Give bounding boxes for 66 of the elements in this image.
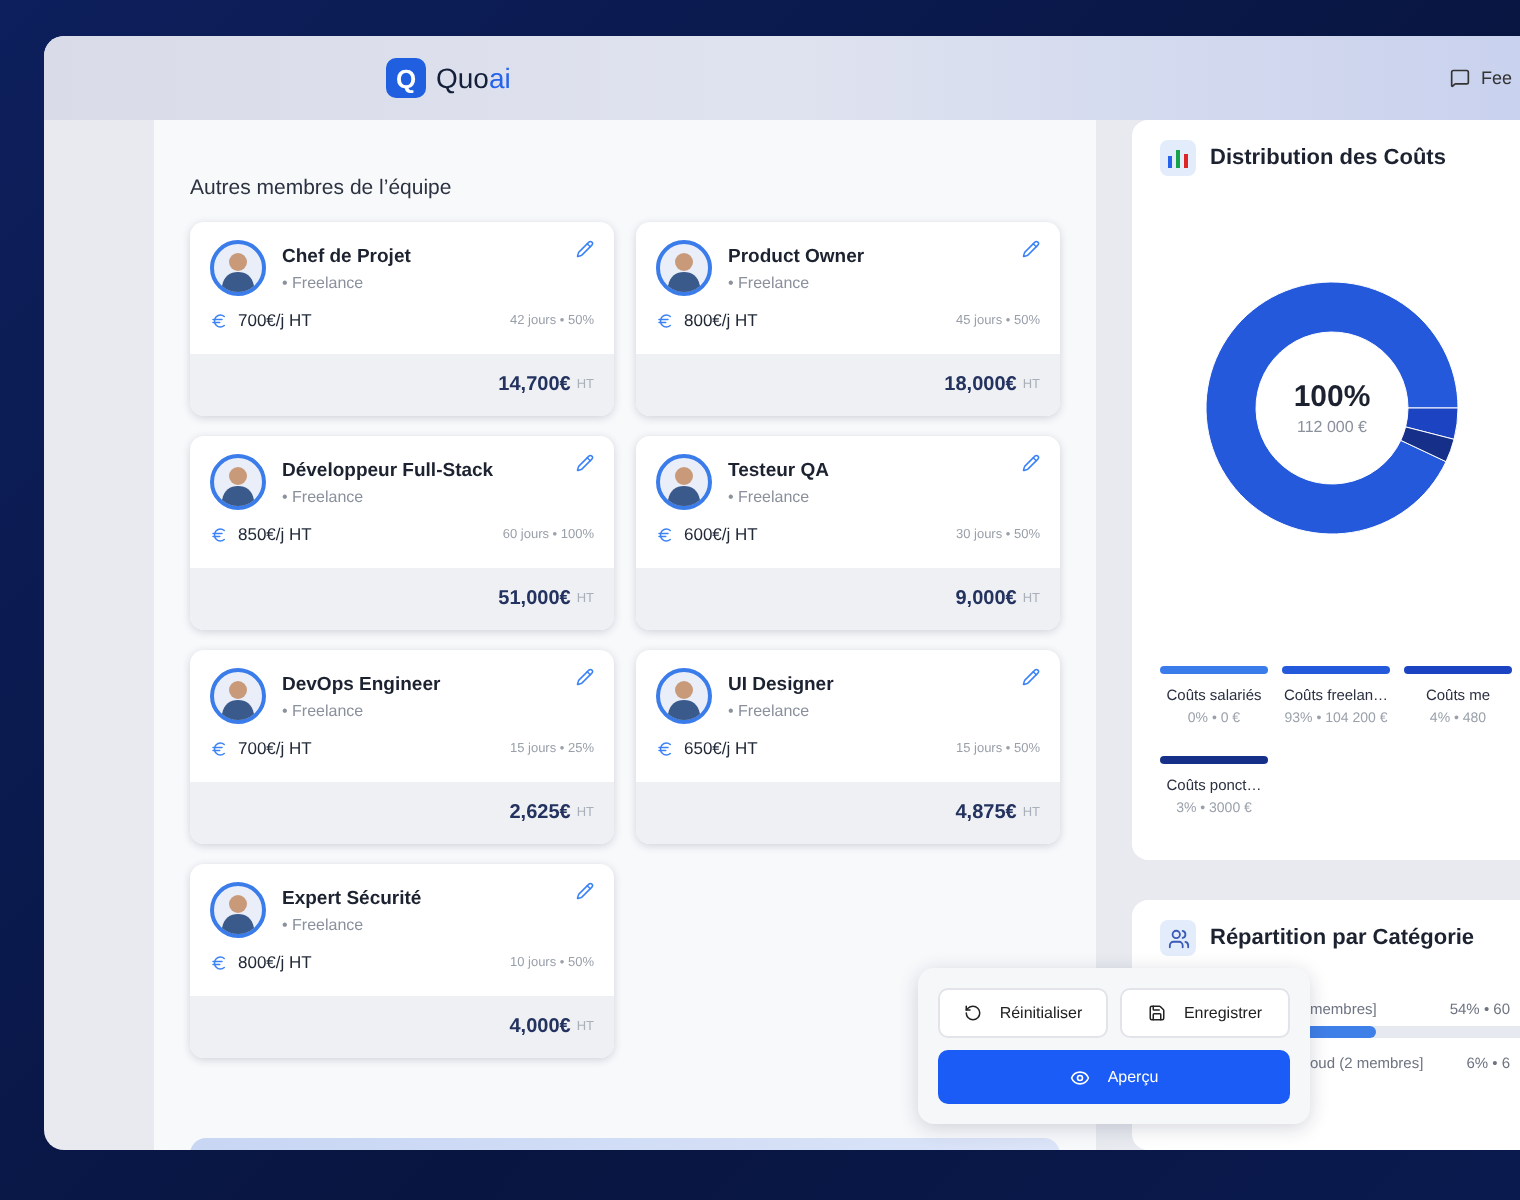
member-role: DevOps Engineer [282, 673, 441, 695]
euro-icon [210, 953, 228, 971]
reset-icon [963, 1004, 982, 1022]
member-type: • Freelance [282, 487, 366, 505]
member-type: • Freelance [282, 701, 366, 719]
euro-icon [656, 311, 674, 329]
daily-rate: 800€/j HT [238, 952, 312, 972]
member-type: • Freelance [282, 915, 366, 933]
member-type: • Freelance [728, 701, 812, 719]
avatar-icon [656, 668, 712, 724]
euro-icon [210, 311, 228, 329]
avatar-icon [210, 240, 266, 296]
daily-rate: 800€/j HT [684, 310, 758, 330]
member-total: 2,625€ [509, 802, 571, 824]
save-button[interactable]: Enregistrer [1120, 988, 1290, 1038]
member-total: 4,875€ [955, 802, 1017, 824]
preview-button[interactable]: Aperçu [938, 1050, 1290, 1104]
edit-icon[interactable] [576, 668, 594, 686]
member-role: Développeur Full-Stack [282, 459, 494, 481]
avatar-icon [656, 240, 712, 296]
daily-rate: 850€/j HT [238, 524, 312, 544]
member-role: Expert Sécurité [282, 887, 422, 909]
daily-rate: 650€/j HT [684, 738, 758, 758]
users-icon [1160, 920, 1196, 956]
member-type: • Freelance [728, 273, 812, 291]
eye-icon [1069, 1067, 1090, 1087]
avatar-icon [656, 454, 712, 510]
donut-percent: 100% [1293, 380, 1371, 414]
avatar-icon [210, 668, 266, 724]
edit-icon[interactable] [576, 882, 594, 900]
member-role: Chef de Projet [282, 245, 411, 267]
feedback-button[interactable]: Fee [1450, 68, 1512, 88]
euro-icon [656, 739, 674, 757]
reset-button[interactable]: Réinitialiser [938, 988, 1108, 1038]
euro-icon [210, 525, 228, 543]
edit-icon[interactable] [1022, 240, 1040, 258]
app-logo-text: Quoai [436, 62, 511, 94]
member-type: • Freelance [728, 487, 812, 505]
chat-icon [1450, 68, 1471, 88]
member-total: 14,700€ [498, 374, 571, 396]
section-title: Autres membres de l’équipe [190, 176, 454, 200]
edit-icon[interactable] [576, 454, 594, 472]
edit-icon[interactable] [1022, 668, 1040, 686]
member-total: 9,000€ [955, 588, 1017, 610]
panel-title: Distribution des Coûts [1210, 146, 1446, 170]
donut-total: 112 000 € [1297, 418, 1367, 436]
euro-icon [210, 739, 228, 757]
avatar-icon [210, 882, 266, 938]
save-icon [1147, 1004, 1166, 1022]
member-total: 18,000€ [944, 374, 1017, 396]
member-type: • Freelance [282, 273, 366, 291]
member-total: 4,000€ [509, 1016, 571, 1038]
avatar-icon [210, 454, 266, 510]
member-role: Testeur QA [728, 459, 830, 481]
bar-chart-icon [1160, 140, 1196, 176]
panel-title: Répartition par Catégorie [1210, 926, 1475, 950]
daily-rate: 700€/j HT [238, 738, 312, 758]
daily-rate: 600€/j HT [684, 524, 758, 544]
member-role: UI Designer [728, 673, 834, 695]
euro-icon [656, 525, 674, 543]
edit-icon[interactable] [576, 240, 594, 258]
logo-icon: Q [386, 58, 426, 98]
daily-rate: 700€/j HT [238, 310, 312, 330]
member-total: 51,000€ [498, 588, 571, 610]
member-role: Product Owner [728, 245, 865, 267]
edit-icon[interactable] [1022, 454, 1040, 472]
